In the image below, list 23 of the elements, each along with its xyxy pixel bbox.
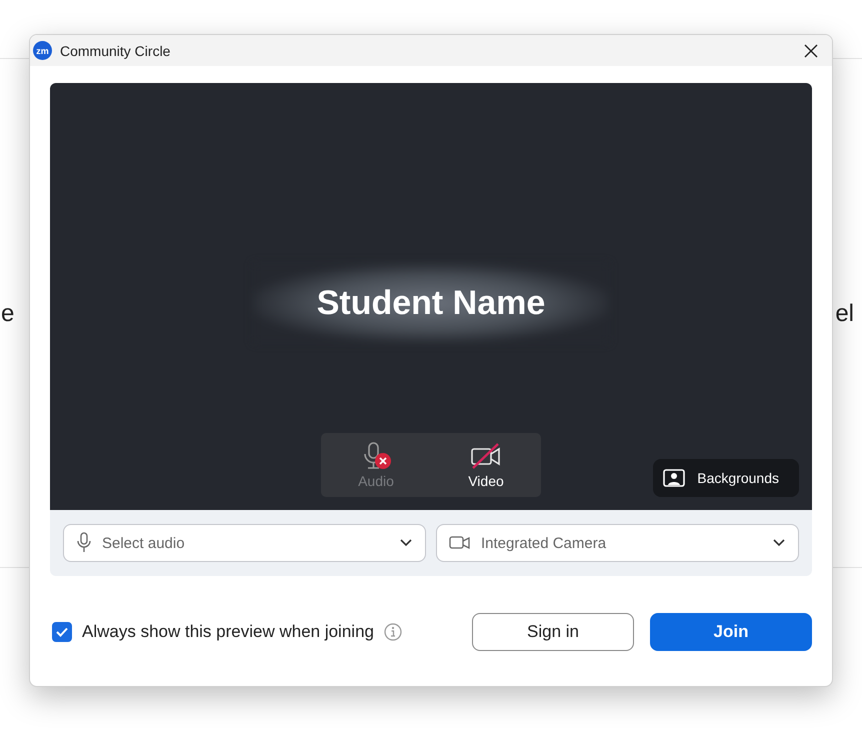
page-text: e	[1, 300, 14, 328]
checkbox[interactable]	[52, 622, 72, 642]
backgrounds-button[interactable]: Backgrounds	[653, 459, 799, 497]
page-text: el	[835, 300, 854, 328]
video-off-icon	[469, 441, 503, 471]
chevron-down-icon	[772, 538, 786, 548]
microphone-icon	[76, 532, 92, 554]
check-icon	[55, 626, 69, 638]
portrait-icon	[663, 469, 686, 487]
app-logo-icon: zm	[33, 41, 52, 60]
participant-name: Student Name	[316, 284, 546, 322]
sign-in-button[interactable]: Sign in	[472, 613, 634, 651]
video-button[interactable]: Video	[431, 433, 541, 497]
camera-select[interactable]: Integrated Camera	[436, 524, 799, 562]
audio-select[interactable]: Select audio	[63, 524, 426, 562]
info-icon[interactable]	[384, 623, 402, 641]
join-button[interactable]: Join	[650, 613, 812, 651]
window-title: Community Circle	[60, 42, 172, 58]
audio-button[interactable]: Audio	[321, 433, 431, 497]
checkbox-label: Always show this preview when joining	[82, 622, 374, 642]
chevron-down-icon	[399, 538, 413, 548]
camera-icon	[449, 535, 471, 551]
close-icon	[804, 44, 818, 58]
